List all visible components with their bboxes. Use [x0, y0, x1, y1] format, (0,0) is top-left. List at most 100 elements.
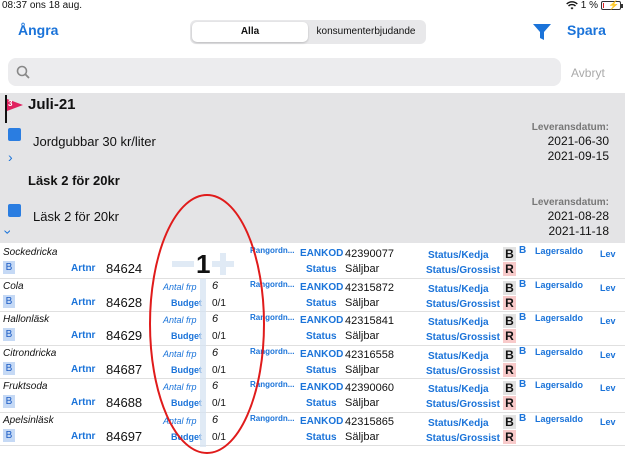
product-row[interactable]: Apelsinläsk B Artnr 84697 Rangordn... EANKOD 4… [0, 412, 625, 446]
b-badge: B [3, 361, 15, 375]
flag-number: 3 [8, 99, 13, 108]
cancel-search-button[interactable]: Avbryt [571, 66, 605, 80]
leverans-label: Lev [600, 416, 616, 427]
segment-konsumenterbjudande[interactable]: konsumenterbjudande [308, 22, 424, 42]
b-badge: B [3, 395, 15, 408]
status-time: 08:37 [2, 0, 28, 11]
status-indicators: 1 % ⚡ [565, 0, 623, 11]
b-marker: B [519, 412, 527, 424]
offer-color-icon [8, 128, 21, 141]
product-name: Fruktsoda [3, 381, 48, 392]
delivery-date-to: 2021-09-15 [547, 149, 609, 163]
eankod-value: 42315865 [345, 415, 394, 428]
status-value: Säljbar [345, 263, 380, 275]
battery-icon: ⚡ [601, 0, 623, 10]
artnr-value: 84688 [106, 395, 143, 410]
delivery-date-from: 2021-06-30 [547, 134, 609, 148]
grossist-status-r: R [503, 262, 516, 276]
artnr-value: 84687 [106, 361, 143, 377]
leverans-label: Lev [600, 249, 616, 259]
status-grossist-label: Status/Grossist [426, 432, 500, 444]
filter-icon[interactable] [532, 22, 552, 42]
b-badge: B [3, 261, 15, 274]
filter-segmented-control: Alla konsumenterbjudande [190, 20, 426, 44]
product-row[interactable]: Fruktsoda B Artnr 84688 Rangordn... EANKOD 423… [0, 379, 625, 413]
status-label: Status [306, 364, 337, 376]
status-value: Säljbar [345, 363, 380, 376]
wifi-icon [565, 1, 578, 10]
b-marker: B [519, 312, 527, 323]
artnr-label: Artnr [71, 397, 96, 408]
kedja-status-b: B [503, 381, 516, 395]
eankod-label: EANKOD [300, 382, 344, 393]
eankod-label: EANKOD [300, 348, 344, 360]
status-label: Status [306, 297, 337, 309]
artnr-value: 84624 [106, 261, 143, 276]
eankod-label: EANKOD [300, 315, 344, 326]
eankod-label: EANKOD [300, 248, 344, 259]
product-row[interactable]: Hallonläsk B Artnr 84629 Rangordn... EANKOD 42… [0, 312, 625, 346]
segment-alla[interactable]: Alla [192, 22, 308, 42]
battery-fill [603, 3, 604, 8]
offer-name: Läsk 2 för 20kr [33, 209, 119, 224]
status-value: Säljbar [345, 430, 380, 443]
status-grossist-label: Status/Grossist [426, 365, 500, 377]
offer-color-icon [8, 204, 21, 217]
campaign-title: Juli-21 [28, 96, 76, 113]
search-input[interactable] [8, 58, 561, 86]
b-marker: B [519, 379, 527, 390]
b-marker: B [519, 345, 527, 357]
leverans-label: Lev [600, 383, 616, 393]
grossist-status-r: R [503, 396, 516, 410]
offer-heading: Läsk 2 för 20kr [28, 173, 120, 188]
product-row[interactable]: Cola B Artnr 84628 Rangordn... EANKOD 42315872… [0, 278, 625, 312]
artnr-label: Artnr [71, 363, 96, 375]
leverans-label: Lev [600, 282, 616, 293]
highlight-ellipse [149, 194, 265, 454]
kedja-status-b: B [503, 247, 516, 261]
artnr-label: Artnr [71, 296, 96, 308]
grossist-status-r: R [503, 429, 516, 444]
search-row: Avbryt [0, 54, 625, 90]
kedja-status-b: B [503, 347, 516, 362]
lagersaldo-label: Lagersaldo [535, 279, 584, 290]
eankod-label: EANKOD [300, 415, 344, 427]
lagersaldo-label: Lagersaldo [535, 246, 584, 256]
status-value: Säljbar [345, 296, 380, 309]
battery-percent: 1 % [580, 0, 598, 11]
status-label: Status [306, 331, 337, 342]
grossist-status-r: R [503, 295, 516, 310]
undo-button[interactable]: Ångra [18, 22, 58, 38]
product-row[interactable]: Citrondricka B Artnr 84687 Rangordn... EANKOD… [0, 345, 625, 379]
offer-name: Jordgubbar 30 kr/liter [33, 134, 156, 149]
status-value: Säljbar [345, 397, 380, 409]
product-name: Citrondricka [3, 347, 57, 359]
product-row[interactable]: Sockedricka B Artnr 84624 Rangordn... EANKOD 4… [0, 245, 625, 279]
product-list: Sockedricka B Artnr 84624 Rangordn... EANKOD 4… [0, 245, 625, 446]
status-label: Status [306, 264, 337, 275]
delivery-date-to: 2021-11-18 [548, 224, 610, 238]
lagersaldo-label: Lagersaldo [535, 313, 584, 323]
kedja-status-b: B [503, 414, 516, 429]
eankod-value: 42390060 [345, 382, 394, 394]
eankod-value: 42315841 [345, 315, 394, 327]
product-name: Cola [3, 280, 24, 292]
leverans-label: Lev [600, 349, 616, 360]
b-marker: B [519, 245, 527, 256]
artnr-value: 84628 [106, 294, 143, 310]
artnr-label: Artnr [71, 330, 96, 341]
b-marker: B [519, 278, 527, 290]
product-name: Sockedricka [3, 247, 58, 258]
chevron-right-icon[interactable]: › [8, 149, 13, 165]
save-button[interactable]: Spara [567, 22, 606, 38]
status-kedja-label: Status/Kedja [428, 384, 489, 395]
eankod-value: 42315872 [345, 281, 394, 294]
lagersaldo-label: Lagersaldo [535, 346, 584, 357]
eankod-value: 42316558 [345, 348, 394, 361]
chevron-down-icon[interactable]: › [0, 230, 16, 235]
status-kedja-label: Status/Kedja [428, 317, 489, 328]
kedja-status-b: B [503, 280, 516, 295]
status-kedja-label: Status/Kedja [428, 417, 489, 429]
status-grossist-label: Status/Grossist [426, 298, 500, 310]
status-time-date: 08:37 ons 18 aug. [2, 0, 82, 11]
